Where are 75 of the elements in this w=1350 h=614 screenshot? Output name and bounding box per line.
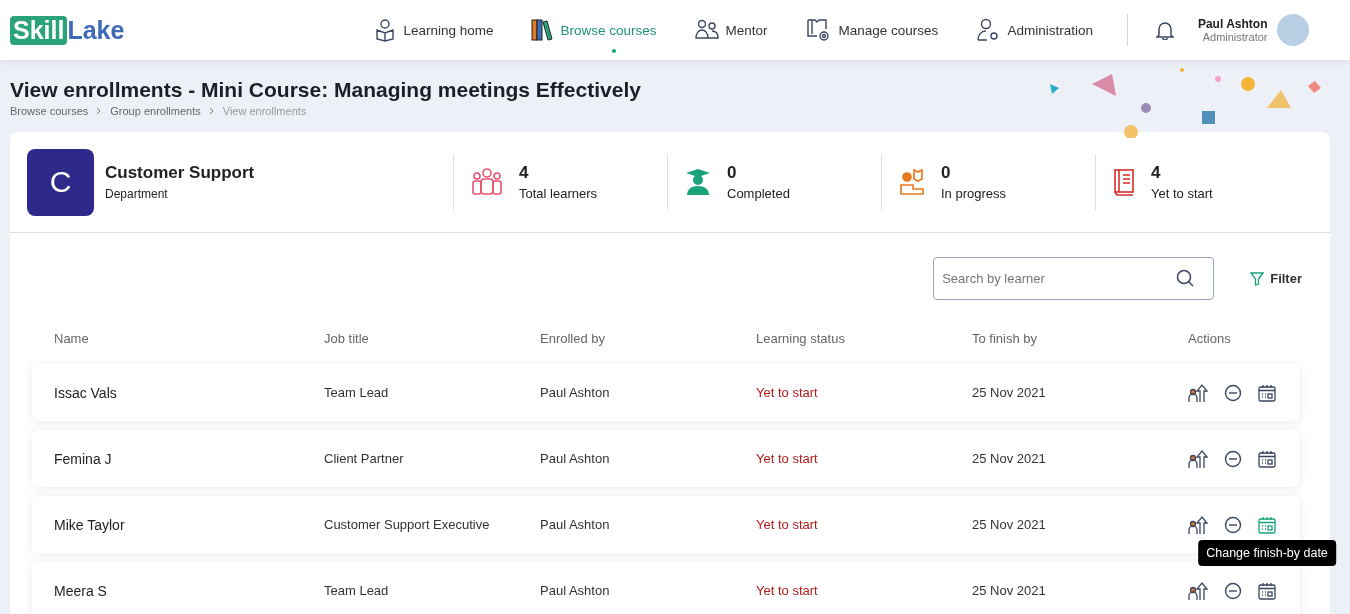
table-cell-text: Yet to start (756, 385, 819, 400)
column-header: Enrolled by (540, 330, 607, 346)
active-dot (612, 49, 616, 53)
search-field[interactable]: Search by learner (933, 257, 1215, 300)
column-header: Actions (1188, 330, 1232, 346)
table-cell-text: Yet to start (756, 517, 819, 532)
user-name: Paul Ashton (1197, 17, 1268, 31)
group-icon (471, 168, 503, 196)
group-type: Department (105, 187, 169, 201)
table-cell-text: Client Partner (324, 451, 405, 466)
person-up-arrow-icon[interactable] (1188, 580, 1208, 601)
table-cell-text: 25 Nov 2021 (972, 451, 1047, 466)
people-icon (694, 19, 719, 41)
stat-label: Yet to start (1151, 186, 1213, 201)
chevron-icon (96, 107, 103, 115)
breadcrumb-link[interactable]: Group enrollments (110, 105, 201, 117)
table-cell-text: Meera S (54, 582, 108, 599)
stat-label: In progress (941, 186, 1007, 201)
person-up-arrow-icon[interactable] (1188, 514, 1208, 535)
reader-icon (374, 18, 397, 42)
minus-circle-icon[interactable] (1224, 515, 1242, 534)
calendar-icon[interactable] (1258, 449, 1276, 468)
breadcrumb-link[interactable]: Browse courses (10, 105, 89, 117)
nav-link[interactable]: Browse courses (531, 17, 657, 43)
table-cell-text: Yet to start (756, 451, 819, 466)
tooltip: Change finish-by date (1198, 539, 1336, 566)
user-role: Administrator (1202, 31, 1268, 43)
table-cell-text: Paul Ashton (540, 583, 611, 598)
page-title: View enrollments - Mini Course: Managing meetings Effectively (10, 78, 642, 102)
minus-circle-icon[interactable] (1224, 581, 1242, 600)
person-up-arrow-icon[interactable] (1188, 448, 1208, 469)
group-avatar: C (27, 148, 94, 216)
calendar-icon[interactable] (1258, 383, 1276, 402)
column-header: Job title (324, 330, 370, 346)
group-name: Customer Support (105, 163, 255, 183)
book-gear-icon (805, 17, 832, 43)
stat-value: 4 (519, 163, 530, 183)
column-header: To finish by (972, 330, 1039, 346)
books-icon (531, 18, 554, 42)
table-cell-text: Femina J (54, 450, 113, 467)
table-cell-text: 25 Nov 2021 (972, 517, 1047, 532)
stat-value: 4 (1151, 163, 1162, 183)
chevron-icon (208, 107, 215, 115)
table-cell-text: Paul Ashton (540, 517, 611, 532)
person-up-arrow-icon[interactable] (1188, 382, 1208, 403)
table-cell-text: Paul Ashton (540, 385, 611, 400)
stat-label: Total learners (519, 186, 598, 201)
table-cell-text: Mike Taylor (54, 516, 126, 533)
calendar-icon[interactable] (1258, 581, 1276, 600)
nav-link[interactable]: Learning home (374, 17, 494, 43)
table-cell-text: 25 Nov 2021 (972, 385, 1047, 400)
nav-link[interactable]: Administration (976, 17, 1093, 43)
filter-button[interactable]: Filter (1250, 271, 1302, 286)
nav-link[interactable]: Manage courses (805, 17, 939, 43)
stat-value: 0 (727, 163, 738, 183)
table-cell-text: Issac Vals (54, 384, 118, 401)
minus-circle-icon[interactable] (1224, 383, 1242, 402)
graduate-icon (685, 168, 711, 196)
table-cell-text: Yet to start (756, 583, 819, 598)
reading-person-icon (899, 168, 925, 196)
table-cell-text: Team Lead (324, 583, 390, 598)
stat-value: 0 (941, 163, 952, 183)
column-header: Learning status (756, 330, 846, 346)
bell-icon[interactable] (1155, 20, 1174, 40)
book-icon (1113, 168, 1135, 196)
filter-icon (1250, 271, 1265, 286)
table-cell-text: Team Lead (324, 385, 390, 400)
table-cell-text: 25 Nov 2021 (972, 583, 1047, 598)
search-icon (1176, 269, 1195, 287)
stat-label: Completed (727, 186, 790, 201)
minus-circle-icon[interactable] (1224, 449, 1242, 468)
nav-link[interactable]: Mentor (694, 17, 768, 43)
table-cell-text: Paul Ashton (540, 451, 611, 466)
column-header: Name (54, 330, 90, 346)
table-cell-text: Customer Support Executive (324, 517, 491, 532)
